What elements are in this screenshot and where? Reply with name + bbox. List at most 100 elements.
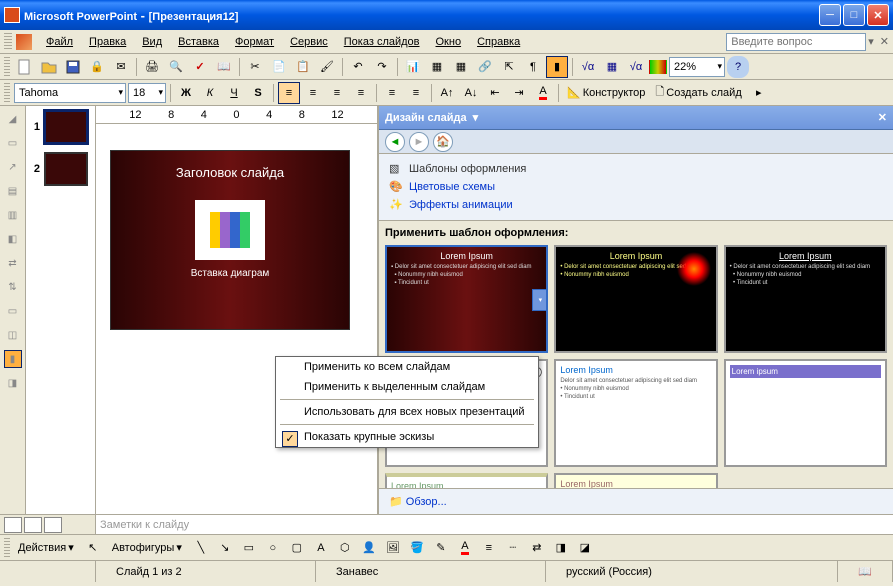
flag-button[interactable] [649, 60, 667, 74]
tables-borders-button[interactable]: ▦ [450, 56, 472, 78]
3d-tool[interactable]: ◪ [574, 537, 596, 559]
taskpane-close-icon[interactable]: ✕ [878, 111, 887, 124]
font-color-button[interactable]: A [532, 82, 554, 104]
equation3-button[interactable]: √α [625, 56, 647, 78]
new-slide-button[interactable]: 🗋Создать слайд [651, 83, 745, 102]
tool1[interactable]: ◢ [4, 110, 22, 128]
open-button[interactable] [38, 56, 60, 78]
diagram-tool[interactable]: ⬡ [334, 537, 356, 559]
save-button[interactable] [62, 56, 84, 78]
tool2[interactable]: ▭ [4, 134, 22, 152]
tool4[interactable]: ▤ [4, 182, 22, 200]
menu-edit[interactable]: Правка [81, 34, 134, 50]
notes-placeholder[interactable]: Заметки к слайду [96, 519, 193, 531]
line-tool[interactable]: ╲ [190, 537, 212, 559]
decrease-font-button[interactable]: A↓ [460, 82, 482, 104]
menu-window[interactable]: Окно [428, 34, 470, 50]
wordart-tool[interactable]: A [310, 537, 332, 559]
menu-help[interactable]: Справка [469, 34, 528, 50]
picture-tool[interactable]: 🖼 [382, 537, 404, 559]
preview-button[interactable]: 🔍 [165, 56, 187, 78]
current-slide[interactable]: Заголовок слайда Вставка диаграм [110, 150, 350, 330]
line-color-tool[interactable]: ✎ [430, 537, 452, 559]
tool9[interactable]: ▭ [4, 302, 22, 320]
font-color-tool[interactable]: A [454, 537, 476, 559]
nav-home-button[interactable]: 🏠 [433, 132, 453, 152]
menu-format[interactable]: Формат [227, 34, 282, 50]
align-right-button[interactable]: ≡ [326, 82, 348, 104]
numbered-list-button[interactable]: ≡ [381, 82, 403, 104]
bullet-list-button[interactable]: ≡ [405, 82, 427, 104]
zoom-combo[interactable]: 22% [669, 57, 725, 77]
template-6[interactable]: Lorem ipsum [724, 359, 887, 467]
menu-view[interactable]: Вид [134, 34, 170, 50]
menu-insert[interactable]: Вставка [170, 34, 227, 50]
tool3[interactable]: ↗ [4, 158, 22, 176]
copy-button[interactable]: 📄 [268, 56, 290, 78]
template-8[interactable]: Lorem Ipsum [554, 473, 717, 488]
expand-button[interactable]: ⇱ [498, 56, 520, 78]
tool-highlight[interactable]: ▮ [4, 350, 22, 368]
menu-slideshow[interactable]: Показ слайдов [336, 34, 428, 50]
format-painter-button[interactable]: 🖌 [316, 56, 338, 78]
rect-tool[interactable]: ▭ [238, 537, 260, 559]
template-3[interactable]: Lorem Ipsum• Delor sit amet consectetuer… [724, 245, 887, 353]
thumb-1[interactable]: 1 [30, 110, 91, 144]
print-button[interactable]: 🖨 [141, 56, 163, 78]
menu-file[interactable]: Файл [38, 34, 81, 50]
slide-title[interactable]: Заголовок слайда [176, 165, 284, 180]
minimize-button[interactable]: ─ [819, 4, 841, 26]
slideshow-view-button[interactable] [44, 517, 62, 533]
thumb-slide-2[interactable] [44, 152, 88, 186]
shadow-button[interactable]: S [247, 82, 269, 104]
autoshapes-menu[interactable]: Автофигуры ▾ [106, 539, 188, 556]
select-tool[interactable]: ↖ [82, 537, 104, 559]
new-button[interactable] [14, 56, 36, 78]
menu-service[interactable]: Сервис [282, 34, 336, 50]
thumb-slide-1[interactable] [44, 110, 88, 144]
more-button[interactable]: ▸ [748, 82, 770, 104]
arrow-style-tool[interactable]: ⇄ [526, 537, 548, 559]
chart-button[interactable]: 📊 [402, 56, 424, 78]
template-1[interactable]: Lorem Ipsum▪ Delor sit amet consectetuer… [385, 245, 548, 353]
arrow-tool[interactable]: ↘ [214, 537, 236, 559]
undo-button[interactable]: ↶ [347, 56, 369, 78]
increase-font-button[interactable]: A↑ [436, 82, 458, 104]
textbox-tool[interactable]: ▢ [286, 537, 308, 559]
font-combo[interactable]: Tahoma [14, 83, 126, 103]
paste-button[interactable]: 📋 [292, 56, 314, 78]
permission-button[interactable]: 🔒 [86, 56, 108, 78]
template-7[interactable]: Lorem Ipsum [385, 473, 548, 488]
link-colors[interactable]: 🎨Цветовые схемы [389, 178, 883, 196]
clipart-tool[interactable]: 👤 [358, 537, 380, 559]
spellcheck-button[interactable]: ✓ [189, 56, 211, 78]
dash-tool[interactable]: ┈ [502, 537, 524, 559]
doc-icon[interactable] [16, 34, 32, 50]
help-button[interactable]: ? [727, 56, 749, 78]
ctx-use-for-new[interactable]: Использовать для всех новых презентаций [276, 402, 538, 422]
fontsize-combo[interactable]: 18 [128, 83, 166, 103]
dropdown-icon[interactable]: ▾ [473, 111, 479, 124]
nav-back-button[interactable]: ◄ [385, 132, 405, 152]
status-lang[interactable]: русский (Россия) [546, 561, 838, 582]
align-justify-button[interactable]: ≡ [350, 82, 372, 104]
underline-button[interactable]: Ч [223, 82, 245, 104]
line-weight-tool[interactable]: ≡ [478, 537, 500, 559]
chart-placeholder[interactable] [195, 200, 265, 260]
mdi-close-icon[interactable]: ✕ [880, 35, 889, 48]
table-button[interactable]: ▦ [426, 56, 448, 78]
showall-button[interactable]: ¶ [522, 56, 544, 78]
designer-button[interactable]: 📐Конструктор [563, 86, 649, 99]
tool8[interactable]: ⇅ [4, 278, 22, 296]
tool10[interactable]: ◫ [4, 326, 22, 344]
oval-tool[interactable]: ○ [262, 537, 284, 559]
decrease-indent-button[interactable]: ⇤ [484, 82, 506, 104]
ctx-apply-selected[interactable]: Применить к выделенным слайдам [276, 377, 538, 397]
link-animation[interactable]: ✨Эффекты анимации [389, 196, 883, 214]
shadow-tool[interactable]: ◨ [550, 537, 572, 559]
email-button[interactable]: ✉ [110, 56, 132, 78]
status-icon[interactable]: 📖 [838, 561, 893, 582]
align-center-button[interactable]: ≡ [302, 82, 324, 104]
research-button[interactable]: 📖 [213, 56, 235, 78]
browse-link[interactable]: 📁 Обзор... [389, 496, 447, 508]
